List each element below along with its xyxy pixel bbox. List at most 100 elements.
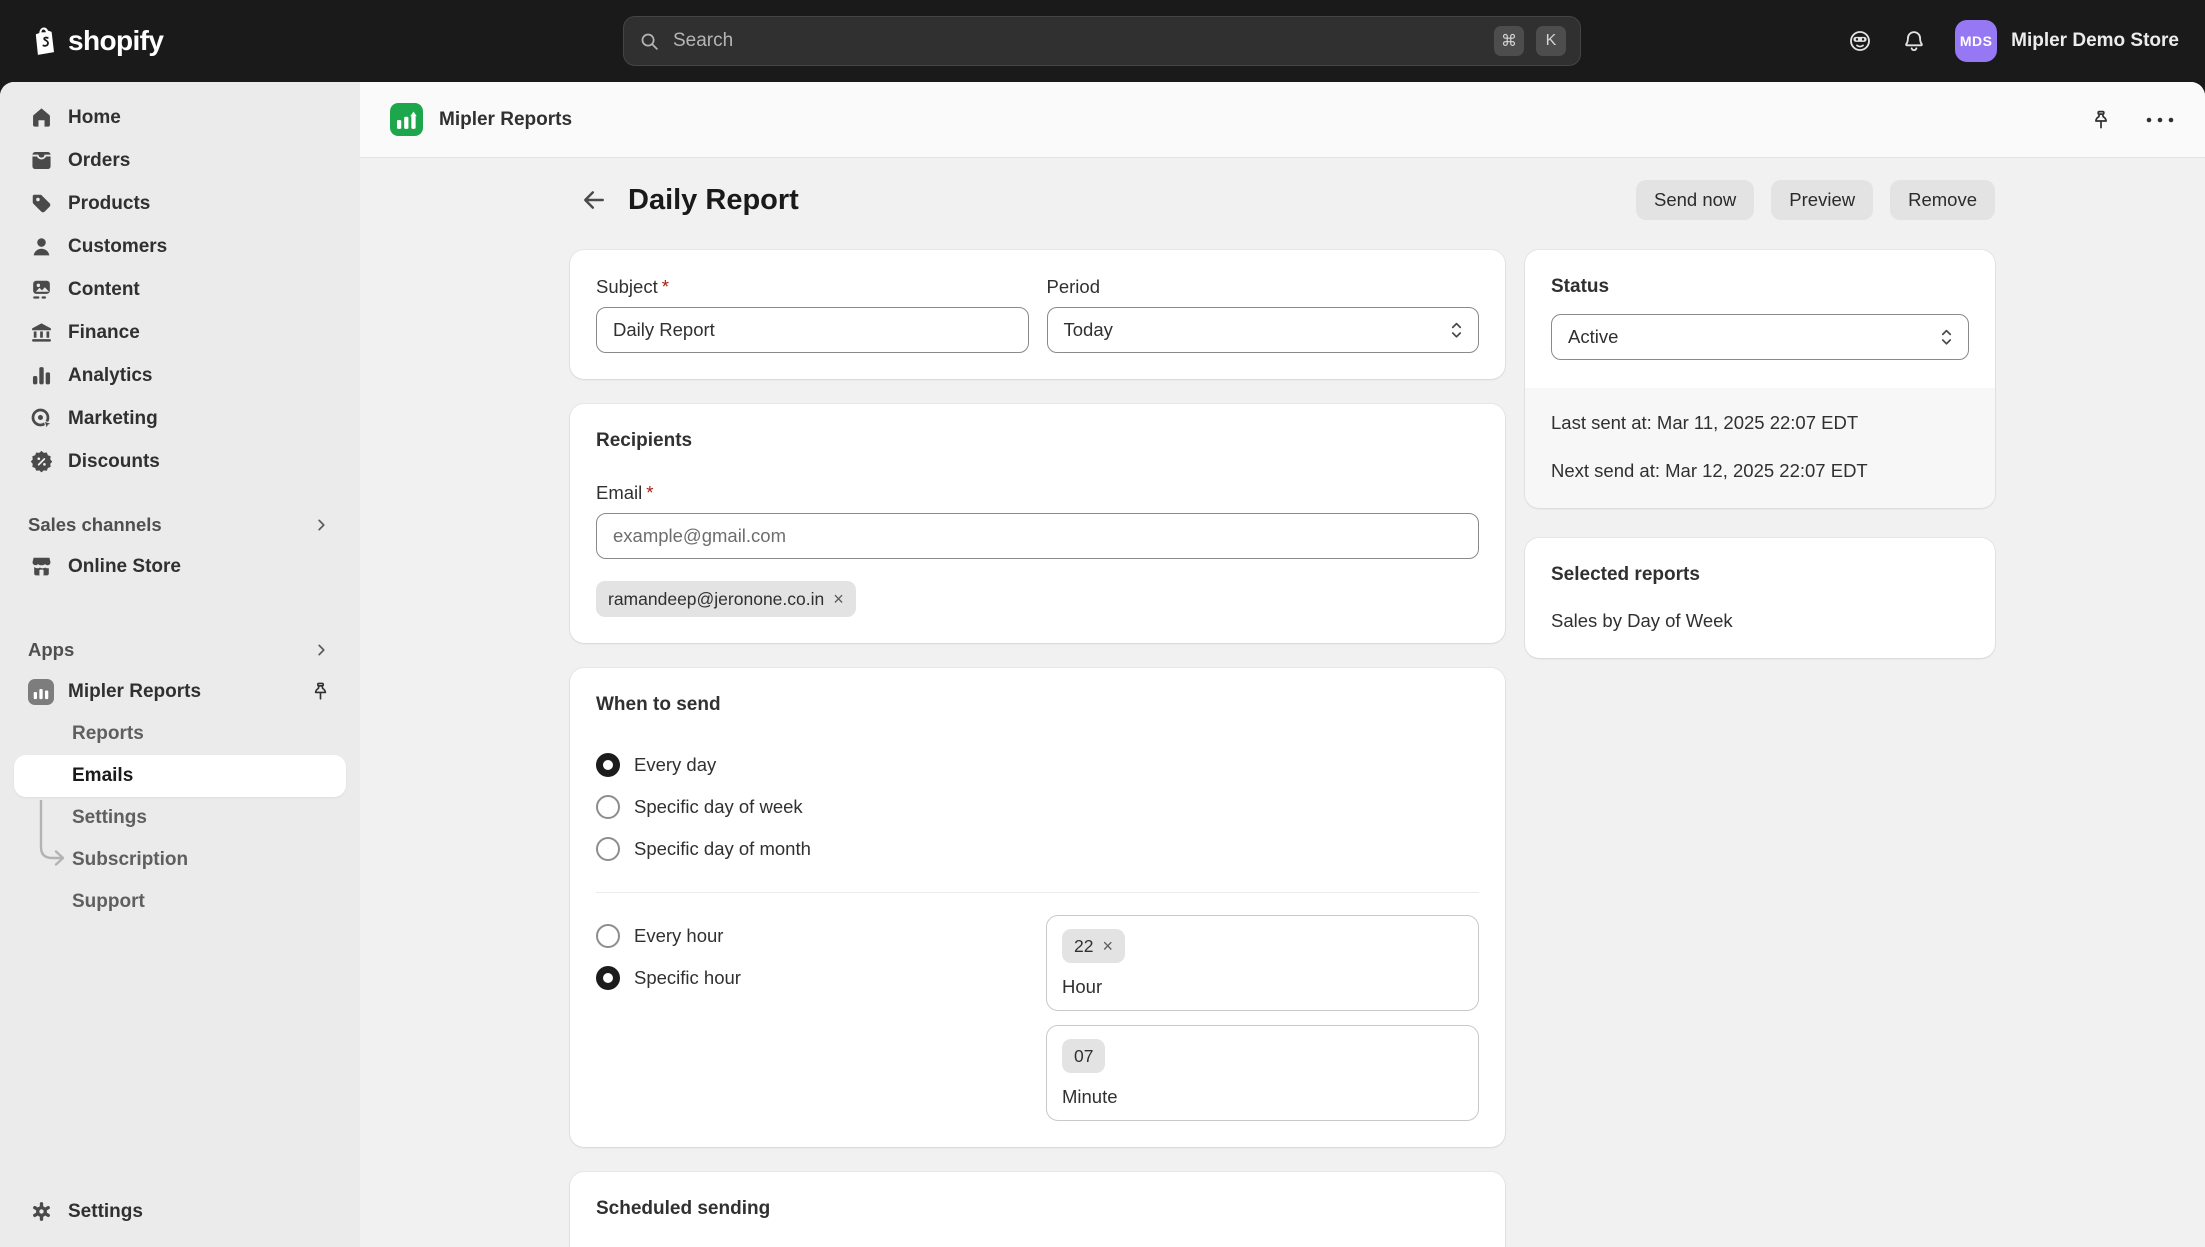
sub-item-label: Reports — [72, 723, 144, 745]
sidebar-item-home[interactable]: Home — [14, 96, 346, 139]
back-arrow-button[interactable] — [574, 180, 614, 220]
period-value: Today — [1064, 319, 1113, 341]
sub-item-label: Settings — [72, 807, 147, 829]
period-select[interactable]: Today — [1047, 307, 1480, 353]
sidebar-item-label: Finance — [68, 322, 140, 344]
required-asterisk: * — [646, 482, 653, 503]
apps-label: Apps — [28, 639, 74, 661]
sidebar-item-label: Analytics — [68, 365, 152, 387]
when-to-send-heading: When to send — [596, 694, 1479, 716]
radio-unselected-icon — [596, 924, 620, 948]
sales-channels-header[interactable]: Sales channels — [14, 505, 346, 545]
recipient-email: ramandeep@jeronone.co.in — [608, 589, 824, 610]
email-input[interactable] — [596, 513, 1479, 559]
sidebar-item-label: Mipler Reports — [68, 681, 201, 703]
more-options-icon[interactable] — [2145, 115, 2175, 125]
top-bar-right: MDS Mipler Demo Store — [1847, 0, 2179, 82]
pin-icon[interactable] — [309, 680, 332, 703]
cmd-key-badge: ⌘ — [1494, 26, 1524, 56]
select-updown-icon — [1449, 318, 1464, 342]
person-icon — [28, 234, 54, 259]
sidebar-item-customers[interactable]: Customers — [14, 225, 346, 268]
hour-box-label: Hour — [1062, 976, 1463, 998]
discount-badge-icon — [28, 449, 54, 474]
sidebar-item-orders[interactable]: Orders — [14, 139, 346, 182]
shopify-logo: shopify — [30, 24, 163, 58]
page-header: Daily Report Send now Preview Remove — [570, 180, 1995, 220]
global-search-input[interactable]: Search ⌘ K — [623, 16, 1581, 66]
minute-multiselect[interactable]: 07 Minute — [1046, 1025, 1479, 1121]
select-updown-icon — [1939, 325, 1954, 349]
store-account-menu[interactable]: MDS Mipler Demo Store — [1955, 20, 2179, 62]
radio-every-hour[interactable]: Every hour — [596, 915, 741, 957]
mipler-app-icon-green — [390, 103, 423, 136]
radio-selected-icon — [596, 753, 620, 777]
sidebar-item-online-store[interactable]: Online Store — [14, 545, 346, 588]
sidebar-item-label: Home — [68, 107, 121, 129]
page-content: Daily Report Send now Preview Remove — [360, 158, 2205, 1247]
bar-chart-icon — [28, 363, 54, 388]
scheduled-sending-card: Scheduled sending — [570, 1172, 1505, 1247]
required-asterisk: * — [662, 276, 669, 297]
sidebar-subitem-reports[interactable]: Reports — [14, 713, 346, 755]
shopify-bag-icon — [30, 24, 60, 58]
sidebar-subitem-settings[interactable]: Settings — [14, 797, 346, 839]
apps-header[interactable]: Apps — [14, 630, 346, 670]
sidebar-item-discounts[interactable]: Discounts — [14, 440, 346, 483]
sidebar-item-label: Settings — [68, 1201, 143, 1223]
radio-unselected-icon — [596, 795, 620, 819]
minute-chip: 07 — [1062, 1039, 1105, 1073]
hour-multiselect[interactable]: 22 × Hour — [1046, 915, 1479, 1011]
storefront-icon — [28, 554, 54, 579]
send-now-button[interactable]: Send now — [1636, 180, 1754, 220]
sidebar: Home Orders Products Customers Content F… — [0, 82, 360, 1247]
sidebar-subitem-support[interactable]: Support — [14, 881, 346, 923]
sidekick-button[interactable] — [1847, 28, 1873, 54]
sidebar-item-settings[interactable]: Settings — [14, 1190, 346, 1233]
preview-button[interactable]: Preview — [1771, 180, 1873, 220]
sidebar-subitem-subscription[interactable]: Subscription — [14, 839, 346, 881]
period-label: Period — [1047, 276, 1480, 298]
radio-specific-hour[interactable]: Specific hour — [596, 957, 741, 999]
main-area: Mipler Reports Daily Report Send now Pre… — [360, 82, 2205, 1247]
sidebar-main-nav: Home Orders Products Customers Content F… — [14, 96, 346, 483]
status-select[interactable]: Active — [1551, 314, 1969, 360]
tag-icon — [28, 191, 54, 216]
last-sent-text: Last sent at: Mar 11, 2025 22:07 EDT — [1551, 412, 1969, 434]
top-bar: shopify Search ⌘ K — [0, 0, 2205, 82]
sidebar-item-analytics[interactable]: Analytics — [14, 354, 346, 397]
sidebar-item-finance[interactable]: Finance — [14, 311, 346, 354]
chevron-right-icon — [310, 514, 332, 536]
store-avatar: MDS — [1955, 20, 1997, 62]
sidebar-item-marketing[interactable]: Marketing — [14, 397, 346, 440]
radio-every-day[interactable]: Every day — [596, 744, 1479, 786]
radio-selected-icon — [596, 966, 620, 990]
next-send-text: Next send at: Mar 12, 2025 22:07 EDT — [1551, 460, 1969, 482]
remove-chip-icon[interactable]: × — [833, 590, 844, 608]
sidebar-item-products[interactable]: Products — [14, 182, 346, 225]
sidebar-subitem-emails[interactable]: Emails — [14, 755, 346, 797]
subject-label: Subject* — [596, 276, 1029, 298]
pin-icon[interactable] — [2089, 108, 2113, 132]
subject-input[interactable] — [596, 307, 1029, 353]
chevron-right-icon — [310, 639, 332, 661]
shopify-wordmark: shopify — [68, 25, 163, 57]
sidebar-item-label: Orders — [68, 150, 130, 172]
remove-button[interactable]: Remove — [1890, 180, 1995, 220]
orders-icon — [28, 148, 54, 173]
search-icon — [638, 30, 661, 53]
store-name: Mipler Demo Store — [2011, 30, 2179, 52]
selected-reports-card: Selected reports Sales by Day of Week — [1525, 538, 1995, 658]
remove-chip-icon[interactable]: × — [1102, 937, 1113, 955]
sidebar-item-content[interactable]: Content — [14, 268, 346, 311]
radio-specific-day-of-week[interactable]: Specific day of week — [596, 786, 1479, 828]
sidebar-item-label: Marketing — [68, 408, 158, 430]
notifications-bell-button[interactable] — [1901, 28, 1927, 54]
card-divider — [596, 892, 1479, 893]
radio-specific-day-of-month[interactable]: Specific day of month — [596, 828, 1479, 870]
when-to-send-card: When to send Every day Specific day of w… — [570, 668, 1505, 1147]
sidebar-item-label: Products — [68, 193, 150, 215]
scheduled-sending-heading: Scheduled sending — [596, 1198, 1479, 1220]
app-header-bar: Mipler Reports — [360, 82, 2205, 158]
sidebar-item-mipler-reports[interactable]: Mipler Reports — [14, 670, 346, 713]
